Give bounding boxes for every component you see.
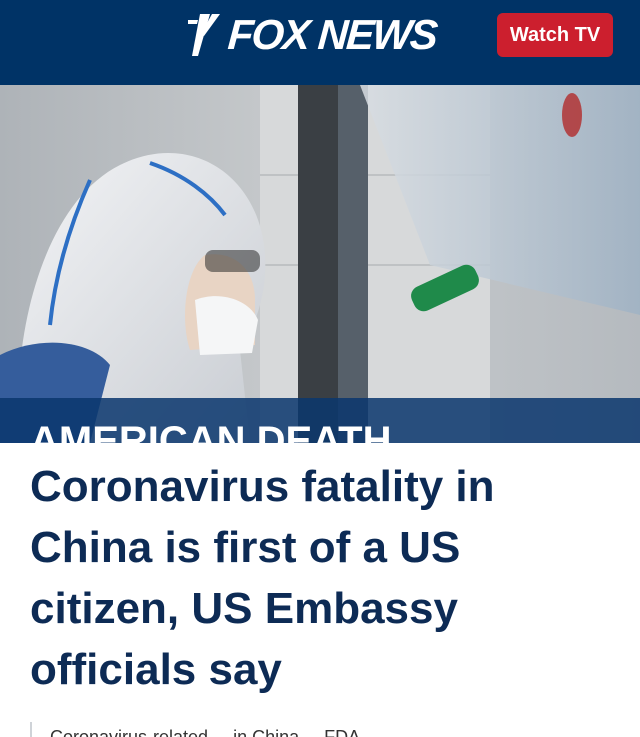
headline-banner: AMERICAN DEATH REPORTED: [0, 398, 640, 443]
logo-searchlight-icon: [188, 14, 220, 56]
watch-tv-button[interactable]: Watch TV: [497, 13, 613, 57]
top-nav-bar: FOX NEWS Watch TV: [0, 0, 640, 85]
banner-headline: AMERICAN DEATH REPORTED: [30, 419, 392, 443]
fox-news-logo[interactable]: FOX NEWS: [186, 10, 438, 60]
lab-scientist-photo: [0, 85, 640, 443]
article-snippet: Coronavirus-related ... in China ... FDA: [30, 722, 630, 737]
article-headline[interactable]: Coronavirus fatality in China is first o…: [30, 456, 590, 700]
logo-text: FOX NEWS: [226, 11, 438, 58]
hero-image[interactable]: AMERICAN DEATH REPORTED: [0, 85, 640, 443]
